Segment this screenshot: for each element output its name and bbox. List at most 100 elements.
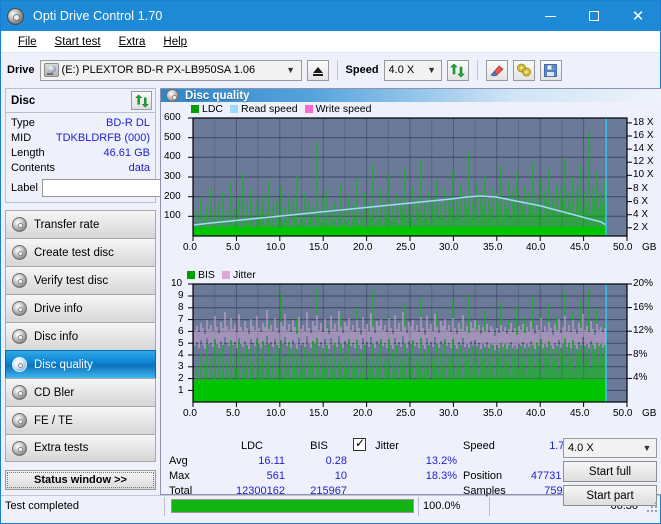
refresh-button[interactable] xyxy=(446,59,469,81)
chevron-down-icon: ▼ xyxy=(286,65,295,75)
disc-mid-key: MID xyxy=(11,132,32,144)
refresh-icon xyxy=(134,94,149,107)
start-part-button[interactable]: Start part xyxy=(563,485,657,506)
sidebar-item-verify-test-disc[interactable]: Verify test disc xyxy=(5,266,156,294)
test-speed-select[interactable]: 4.0 X ▼ xyxy=(563,438,657,458)
stats-total-jitter xyxy=(353,484,463,499)
speed-select[interactable]: 4.0 X ▼ xyxy=(383,59,442,81)
status-window-button[interactable]: Status window >> xyxy=(5,470,156,490)
erase-button[interactable] xyxy=(485,59,508,81)
bot-xtick-50: 50.0 xyxy=(613,408,633,419)
sidebar-item-fe-te[interactable]: FE / TE xyxy=(5,406,156,434)
sidebar-item-drive-info[interactable]: Drive info xyxy=(5,294,156,322)
bot-xtick-45: 45.0 xyxy=(570,408,590,419)
stats-table: LDC BIS Jitter Speed 1.73 X Avg 16.11 xyxy=(169,436,587,499)
window-controls: ✕ xyxy=(528,1,660,31)
eject-button[interactable] xyxy=(306,59,329,81)
discs-button[interactable] xyxy=(512,59,535,81)
save-button[interactable] xyxy=(539,59,562,81)
disc-panel: Disc Type BD-R DL MID TDKBLDRFB (000) Le… xyxy=(5,88,208,203)
legend-bis: BIS xyxy=(187,269,215,281)
stats-avg-bis: 0.28 xyxy=(325,455,347,467)
disc-contents-key: Contents xyxy=(11,162,56,174)
sidebar: Disc Type BD-R DL MID TDKBLDRFB (000) Le… xyxy=(1,87,208,495)
sidebar-item-disc-quality[interactable]: Disc quality xyxy=(5,350,156,378)
disc-contents-value: data xyxy=(128,162,150,174)
sidebar-item-extra-tests[interactable]: Extra tests xyxy=(5,434,156,462)
drive-select[interactable]: (E:) PLEXTOR BD-R PX-LB950SA 1.06 ▼ xyxy=(39,59,302,81)
disc-icon xyxy=(12,329,27,344)
menu-start-test[interactable]: Start test xyxy=(46,34,110,50)
bot-xtick-20: 20.0 xyxy=(353,408,373,419)
sidebar-item-cd-bler[interactable]: CD Bler xyxy=(5,378,156,406)
disc-icon xyxy=(12,440,27,456)
sidebar-item-label: Disc quality xyxy=(34,358,93,371)
sidebar-item-disc-info[interactable]: Disc info xyxy=(5,322,156,350)
status-message: Test completed xyxy=(5,500,79,512)
menu-extra[interactable]: Extra xyxy=(110,34,155,50)
stats-jitter-header: Jitter xyxy=(353,436,463,454)
menu-file[interactable]: File xyxy=(9,34,46,50)
stats-max-ldc: 561 xyxy=(266,470,285,482)
disc-info-rows: Type BD-R DL MID TDKBLDRFB (000) Length … xyxy=(6,113,208,202)
legend-swatch-jitter xyxy=(221,271,230,279)
stats-row-avg: Avg 16.11 0.28 13.2% xyxy=(169,454,587,469)
bot-xtick-0: 0.0 xyxy=(183,408,197,419)
top-y2tick-6x: 6 X xyxy=(633,196,649,207)
bot-xtick-35: 35.0 xyxy=(483,408,503,419)
disc-row-mid: MID TDKBLDRFB (000) xyxy=(11,131,150,146)
bot-ytick-4: 4 xyxy=(178,349,184,360)
top-xtick-40: 40.0 xyxy=(526,242,546,253)
bot-ytick-9: 9 xyxy=(178,290,184,301)
bot-xtick-30: 30.0 xyxy=(439,408,459,419)
stats-samples-label: Samples xyxy=(463,485,506,497)
disc-icon xyxy=(12,273,27,288)
sidebar-item-transfer-rate[interactable]: Transfer rate xyxy=(5,210,156,238)
jitter-label: Jitter xyxy=(375,440,399,452)
legend-swatch-bis xyxy=(187,271,195,279)
speed-select-value: 4.0 X xyxy=(388,64,415,76)
jitter-checkbox[interactable] xyxy=(353,436,366,451)
title-bar: Opti Drive Control 1.70 ✕ xyxy=(1,1,660,31)
refresh-icon xyxy=(450,63,465,77)
stats-row-label: Total xyxy=(169,485,193,497)
bot-ytick-10: 10 xyxy=(171,278,183,289)
disc-icon xyxy=(12,357,27,372)
legend-label-read-speed: Read speed xyxy=(241,103,298,115)
stats-max-bis: 10 xyxy=(334,470,347,482)
top-xtick-20: 20.0 xyxy=(353,242,373,253)
top-y2tick-14x: 14 X xyxy=(633,143,654,154)
sidebar-item-create-test-disc[interactable]: Create test disc xyxy=(5,238,156,266)
stats-blank-1 xyxy=(463,454,523,469)
sidebar-item-label: Verify test disc xyxy=(34,274,109,287)
start-full-label: Start full xyxy=(588,465,632,478)
app-window: Opti Drive Control 1.70 ✕ File Start tes… xyxy=(0,0,661,524)
top-xtick-35: 35.0 xyxy=(483,242,503,253)
content-panel: Disc quality LDC Read speed Write speed … xyxy=(160,88,661,506)
stats-speed-label: Speed xyxy=(463,439,495,452)
legend-label-bis: BIS xyxy=(198,269,215,281)
bot-ytick-5: 5 xyxy=(178,338,184,349)
chart-bis-jitter: BIS Jitter 10 9 8 7 6 5 4 3 2 1 20% 16% … xyxy=(161,268,661,434)
minimize-button[interactable] xyxy=(528,1,572,31)
legend-jitter: Jitter xyxy=(221,269,256,281)
bot-xtick-40: 40.0 xyxy=(526,408,546,419)
disc-refresh-button[interactable] xyxy=(131,91,152,110)
resize-grip[interactable] xyxy=(644,499,658,513)
chart-top-legend: LDC Read speed Write speed xyxy=(191,103,376,115)
top-xaxis-unit: GB xyxy=(642,242,657,253)
legend-swatch-read-speed xyxy=(230,105,239,113)
bot-xtick-25: 25.0 xyxy=(396,408,416,419)
top-xtick-0: 0.0 xyxy=(183,242,197,253)
maximize-button[interactable] xyxy=(572,1,616,31)
disc-type-key: Type xyxy=(11,117,35,129)
close-button[interactable]: ✕ xyxy=(616,1,660,31)
bot-ytick-1: 1 xyxy=(178,385,184,396)
start-full-button[interactable]: Start full xyxy=(563,461,657,482)
top-ytick-200: 200 xyxy=(164,191,181,202)
menu-help[interactable]: Help xyxy=(154,34,196,50)
sidebar-item-label: Transfer rate xyxy=(34,218,100,231)
legend-swatch-write-speed xyxy=(304,105,313,113)
top-y2tick-4x: 4 X xyxy=(633,209,649,220)
charts-area: LDC Read speed Write speed 600 500 400 3… xyxy=(161,102,661,506)
